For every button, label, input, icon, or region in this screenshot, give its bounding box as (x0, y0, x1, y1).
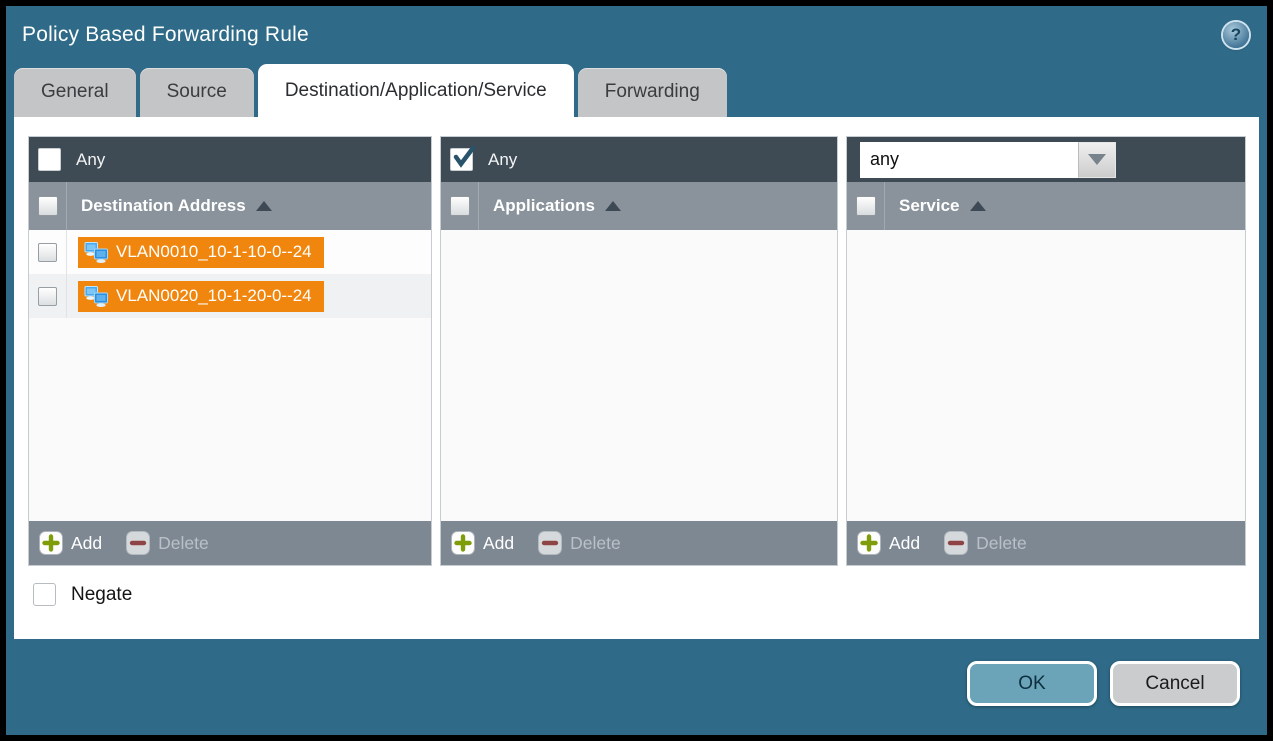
row-checkbox[interactable] (38, 243, 57, 262)
add-icon (39, 531, 63, 555)
destination-toolbar: Add Delete (29, 521, 431, 565)
delete-icon (944, 531, 968, 555)
negate-row: Negate (33, 583, 1259, 606)
tab-source[interactable]: Source (140, 68, 254, 117)
sort-asc-icon (970, 201, 986, 211)
applications-toolbar: Add Delete (441, 521, 837, 565)
service-list (847, 230, 1245, 521)
help-icon[interactable]: ? (1223, 22, 1249, 48)
delete-icon (538, 531, 562, 555)
destination-column-header: Destination Address (29, 182, 431, 230)
ok-button[interactable]: OK (967, 661, 1097, 706)
address-object-chip[interactable]: VLAN0010_10-1-10-0--24 (78, 237, 324, 268)
applications-panel: Any Applications A (440, 136, 838, 566)
service-panel: any Service (846, 136, 1246, 566)
destination-any-checkbox[interactable] (38, 148, 61, 171)
table-row[interactable]: VLAN0010_10-1-10-0--24 (29, 230, 431, 274)
service-dropdown-bar: any (847, 137, 1245, 182)
network-address-icon (84, 285, 109, 308)
service-column-header: Service (847, 182, 1245, 230)
applications-any-checkbox[interactable] (450, 148, 473, 171)
delete-button[interactable]: Delete (538, 531, 621, 555)
table-row[interactable]: VLAN0020_10-1-20-0--24 (29, 274, 431, 318)
service-dropdown[interactable]: any (860, 142, 1116, 178)
delete-icon (126, 531, 150, 555)
add-button[interactable]: Add (857, 531, 920, 555)
service-toolbar: Add Delete (847, 521, 1245, 565)
service-header-label[interactable]: Service (885, 196, 986, 216)
service-dropdown-button[interactable] (1078, 142, 1116, 178)
sort-asc-icon (256, 201, 272, 211)
cancel-button[interactable]: Cancel (1110, 661, 1240, 706)
policy-based-forwarding-dialog: Policy Based Forwarding Rule ? General S… (0, 0, 1273, 741)
address-object-chip[interactable]: VLAN0020_10-1-20-0--24 (78, 281, 324, 312)
dialog-title: Policy Based Forwarding Rule (22, 23, 309, 47)
service-select-all-checkbox[interactable] (856, 196, 876, 216)
destination-any-label: Any (76, 150, 105, 170)
titlebar: Policy Based Forwarding Rule ? (6, 6, 1267, 64)
tab-destination-application-service[interactable]: Destination/Application/Service (258, 64, 574, 117)
network-address-icon (84, 241, 109, 264)
applications-any-label: Any (488, 150, 517, 170)
destination-select-all-checkbox[interactable] (38, 196, 58, 216)
applications-select-all-checkbox[interactable] (450, 196, 470, 216)
destination-address-panel: Any Destination Address (28, 136, 432, 566)
negate-checkbox[interactable] (33, 583, 56, 606)
negate-label: Negate (71, 584, 132, 606)
dialog-footer: OK Cancel (6, 661, 1267, 706)
service-dropdown-value[interactable]: any (860, 142, 1078, 178)
tab-forwarding[interactable]: Forwarding (578, 68, 727, 117)
tab-bar: General Source Destination/Application/S… (6, 64, 1267, 117)
add-button[interactable]: Add (451, 531, 514, 555)
tab-general[interactable]: General (14, 68, 136, 117)
delete-button[interactable]: Delete (944, 531, 1027, 555)
destination-any-bar: Any (29, 137, 431, 182)
add-icon (857, 531, 881, 555)
destination-header-label[interactable]: Destination Address (67, 196, 272, 216)
add-icon (451, 531, 475, 555)
row-checkbox[interactable] (38, 287, 57, 306)
sort-asc-icon (605, 201, 621, 211)
destination-list: VLAN0010_10-1-10-0--24 (29, 230, 431, 521)
applications-header-label[interactable]: Applications (479, 196, 621, 216)
add-button[interactable]: Add (39, 531, 102, 555)
applications-column-header: Applications (441, 182, 837, 230)
tab-content: Any Destination Address (14, 117, 1259, 639)
applications-any-bar: Any (441, 137, 837, 182)
delete-button[interactable]: Delete (126, 531, 209, 555)
applications-list (441, 230, 837, 521)
chevron-down-icon (1088, 154, 1106, 165)
